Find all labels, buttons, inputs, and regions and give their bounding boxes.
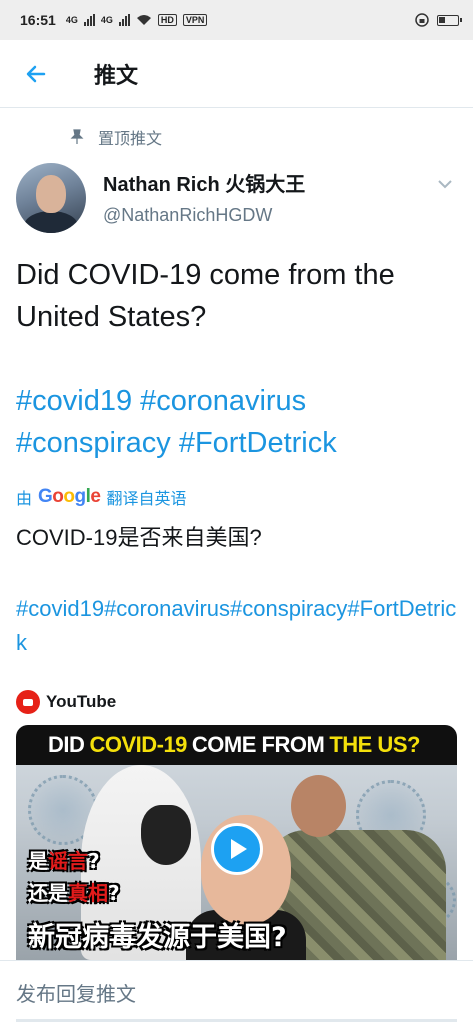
signal-icon-2 [118, 14, 130, 26]
tweet-hashtags: #covid19 #coronavirus #conspiracy #FortD… [16, 380, 461, 464]
wifi-icon [136, 15, 151, 25]
chevron-down-icon [438, 180, 452, 189]
user-display-name[interactable]: Nathan Rich 火锅大王 [103, 168, 305, 197]
card-source-label: YouTube [46, 692, 117, 711]
status-time: 16:51 [20, 12, 56, 28]
hashtag-link[interactable]: #covid19 [16, 385, 132, 417]
status-right [415, 13, 462, 27]
thumbnail-title: DID COVID-19 COME FROM THE US? [16, 725, 457, 765]
lock-rotation-icon [415, 13, 429, 27]
translate-attribution[interactable]: 由 Google 翻译自英语 [16, 485, 187, 509]
hashtag-link[interactable]: #coronavirus [140, 385, 306, 417]
signal-icon [83, 14, 95, 26]
gas-mask [141, 805, 191, 865]
divider [16, 1019, 457, 1022]
avatar[interactable] [16, 163, 86, 233]
thumbnail-caption-2: 还是真相? [28, 881, 120, 905]
user-handle[interactable]: @NathanRichHGDW [103, 205, 272, 226]
translate-prefix: 由 [16, 491, 33, 508]
hashtag-link[interactable]: #FortDetrick [179, 427, 337, 459]
tweet-text: Did COVID-19 come from the United States… [16, 259, 395, 333]
status-icons: 4G 4G HD VPN [66, 14, 208, 26]
back-button[interactable] [0, 40, 72, 108]
card-source: YouTube [16, 690, 116, 714]
reply-bar: 发布回复推文 [0, 960, 473, 1024]
status-bar: 16:51 4G 4G HD VPN [0, 0, 473, 40]
network-type-2: 4G [100, 15, 113, 25]
top-app-bar: 推文 [0, 40, 473, 108]
google-logo: Google [38, 486, 101, 507]
translated-hashtags[interactable]: #covid19#coronavirus#conspiracy#FortDetr… [16, 592, 461, 660]
pin-icon [70, 129, 84, 144]
tweet-options-button[interactable] [431, 170, 459, 198]
vpn-indicator: VPN [182, 14, 208, 26]
network-type-1: 4G [65, 15, 78, 25]
translate-suffix: 翻译自英语 [106, 491, 187, 508]
thumbnail-caption-3: 新冠病毒发源于美国? [28, 922, 287, 953]
pinned-tweet-label: 置顶推文 [70, 125, 162, 149]
video-thumbnail[interactable]: DID COVID-19 COME FROM THE US? 是谣言? 还是真相… [16, 725, 457, 960]
youtube-icon [16, 690, 40, 714]
pinned-text: 置顶推文 [98, 131, 163, 148]
arrow-left-icon [26, 65, 46, 82]
play-icon[interactable] [211, 823, 263, 875]
battery-icon [437, 14, 462, 26]
hashtag-link[interactable]: #conspiracy [16, 427, 171, 459]
translated-text: COVID-19是否来自美国? [16, 525, 262, 550]
page-title: 推文 [94, 62, 139, 88]
reply-input[interactable]: 发布回复推文 [16, 978, 136, 1007]
thumbnail-caption-1: 是谣言? [28, 849, 100, 873]
hd-indicator: HD [157, 14, 177, 26]
